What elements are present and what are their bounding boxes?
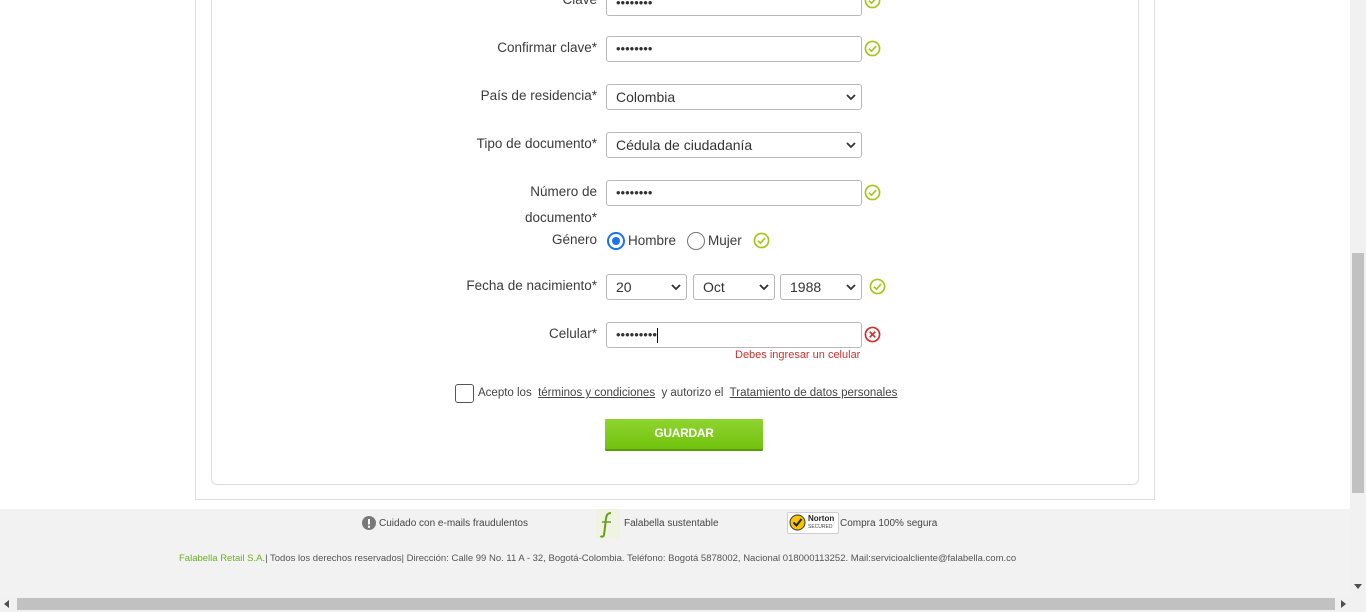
norton-check-icon [789,514,806,531]
exclamation-circle-icon [362,516,376,530]
secure-purchase-text: Compra 100% segura [840,518,938,529]
terms-link[interactable]: términos y condiciones [538,387,655,399]
birthdate-label: Fecha de nacimiento* [466,278,597,293]
terms-checkbox[interactable] [455,384,474,403]
scroll-down-arrow-icon[interactable] [1354,584,1362,590]
text-cursor [656,328,658,344]
birth-month-value: Oct [703,279,725,295]
sustainable-link[interactable]: Falabella sustentable [624,517,719,531]
footer-brand-name: Falabella Retail S.A. [179,553,266,564]
country-label: País de residencia* [480,88,597,103]
gender-male-label[interactable]: Hombre [628,232,676,250]
doctype-select[interactable]: Cédula de ciudadanía [606,132,862,158]
falabella-f-logo [596,509,620,539]
chevron-down-icon [671,284,681,291]
phone-input[interactable]: ••••••••• [606,322,862,348]
norton-label: Norton [808,514,835,523]
birth-year-value: 1988 [790,279,822,295]
check-circle-icon [753,232,770,249]
phone-label: Celular* [548,326,597,341]
birth-month-select[interactable]: Oct [693,274,775,300]
norton-secured-badge: Norton SECURED [787,512,839,534]
password-label: Clave [562,0,597,13]
phone-value: ••••••••• [616,327,657,342]
birth-day-value: 20 [616,279,632,295]
country-value: Colombia [616,89,676,105]
chevron-down-icon [846,142,856,149]
save-button[interactable]: GUARDAR [605,419,763,451]
norton-sub-label: SECURED [808,524,833,530]
privacy-link[interactable]: Tratamiento de datos personales [730,387,898,399]
horizontal-scrollbar[interactable] [0,596,1366,612]
terms-prefix: Acepto los [478,387,532,399]
gender-female-label[interactable]: Mujer [708,232,742,250]
gender-label: Género [551,232,597,247]
confirm-password-input[interactable]: •••••••• [606,36,862,62]
birth-day-select[interactable]: 20 [606,274,687,300]
footer-legal-text: Falabella Retail S.A.| Todos los derecho… [179,553,1016,564]
scroll-left-arrow-icon[interactable] [4,600,10,608]
footer-legal-details: | Todos los derechos reservados| Direcci… [265,553,1017,564]
check-circle-icon [864,184,881,201]
confirm-password-label: Confirmar clave* [497,40,597,55]
x-circle-icon [864,326,881,343]
terms-text: Acepto los términos y condiciones y auto… [478,385,897,401]
chevron-down-icon [759,284,769,291]
check-circle-icon [869,278,886,295]
phone-error-message: Debes ingresar un celular [735,349,861,361]
gender-female-radio[interactable] [687,232,705,250]
birth-year-select[interactable]: 1988 [780,274,862,300]
country-select[interactable]: Colombia [606,84,862,110]
gender-male-radio[interactable] [607,232,625,250]
fraud-warning-link[interactable]: Cuidado con e-mails fraudulentos [379,517,528,531]
horizontal-scroll-thumb[interactable] [17,598,1335,610]
vertical-scroll-thumb[interactable] [1352,253,1364,493]
chevron-down-icon [846,284,856,291]
check-circle-icon [864,40,881,57]
doctype-value: Cédula de ciudadanía [616,137,753,153]
password-input[interactable]: •••••••• [606,0,862,16]
check-circle-icon [864,0,881,9]
scroll-right-arrow-icon[interactable] [1340,600,1346,608]
vertical-scrollbar[interactable] [1350,0,1366,596]
doctype-label: Tipo de documento* [476,136,597,151]
terms-middle: y autorizo el [661,387,724,399]
docnum-label-line1: Número de [530,184,597,199]
chevron-down-icon [846,94,856,101]
docnum-input[interactable]: •••••••• [606,180,862,206]
